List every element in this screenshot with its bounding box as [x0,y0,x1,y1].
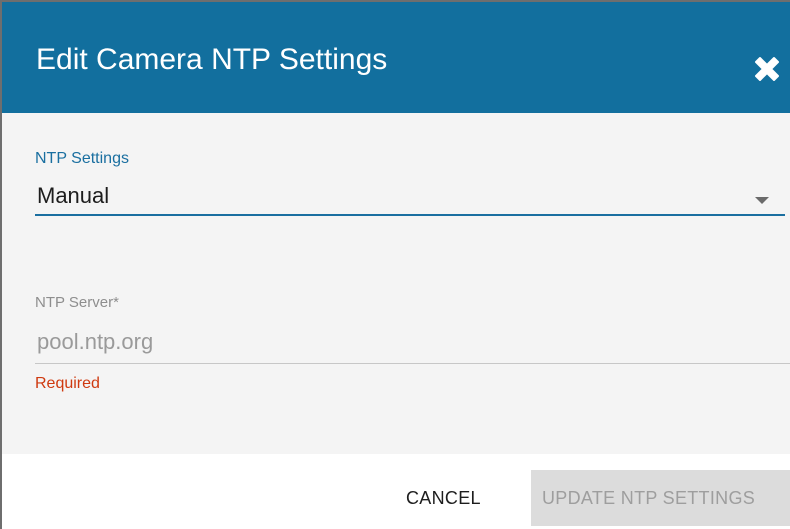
ntp-server-label: NTP Server* [35,293,119,313]
dialog-header: Edit Camera NTP Settings [2,2,790,113]
ntp-server-input[interactable] [35,326,777,358]
ntp-server-field [35,324,790,364]
close-icon[interactable] [750,52,784,86]
ntp-settings-label: NTP Settings [35,150,129,167]
update-ntp-settings-button[interactable]: UPDATE NTP SETTINGS [531,470,790,526]
dialog-title: Edit Camera NTP Settings [36,43,388,76]
ntp-server-label-text: NTP Server [35,294,114,311]
ntp-server-error: Required [35,375,100,392]
ntp-settings-select[interactable]: Manual [35,180,785,216]
edit-ntp-dialog: Edit Camera NTP Settings NTP Settings Ma… [0,0,790,529]
cancel-button[interactable]: CANCEL [394,470,493,526]
caret-down-icon [755,192,769,210]
required-marker: * [113,294,119,311]
ntp-settings-selected-value: Manual [37,183,110,208]
